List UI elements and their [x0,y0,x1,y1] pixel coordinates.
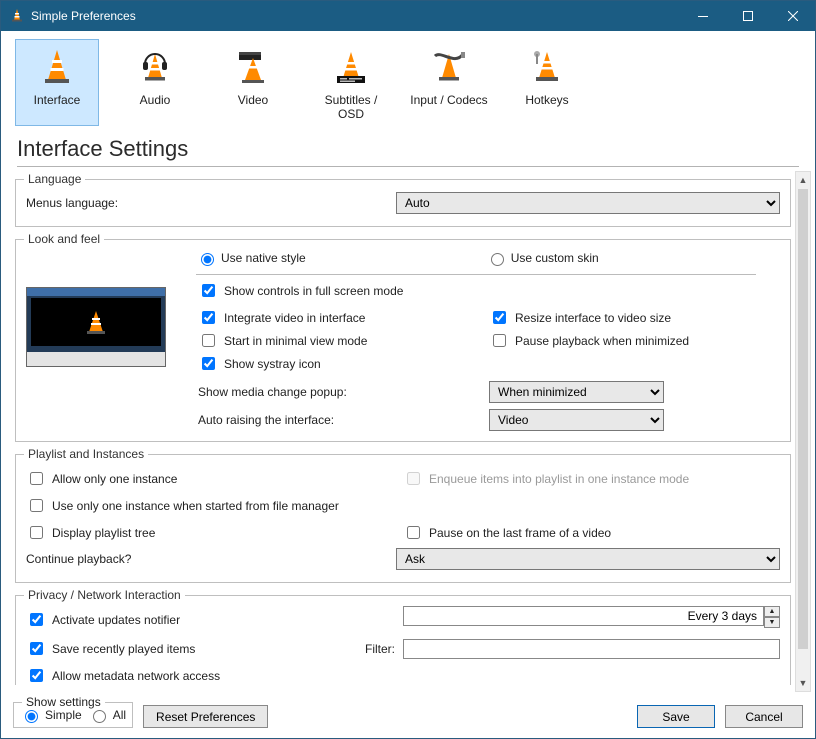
update-interval-input[interactable] [403,606,764,626]
menus-language-label: Menus language: [26,196,206,210]
continue-playback-select[interactable]: Ask [396,548,780,570]
codecs-cone-icon [429,46,469,89]
interface-preview-image [26,287,166,367]
titlebar: Simple Preferences [1,1,815,31]
show-settings-group: Show settings Simple All [13,702,133,728]
chk-updates-notifier[interactable] [30,613,43,626]
subtitle-cone-icon [331,46,371,89]
cone-icon [37,46,77,89]
menus-language-select[interactable]: Auto [396,192,780,214]
app-cone-icon [9,7,25,26]
window: Simple Preferences Interface Audio Video… [0,0,816,739]
media-change-popup-select[interactable]: When minimized [489,381,664,403]
scroll-thumb[interactable] [798,189,808,649]
chk-resize-interface[interactable] [493,311,506,324]
spin-up-button[interactable]: ▲ [764,606,780,617]
tab-label: Audio [140,93,171,107]
chk-pause-when-minimized[interactable] [493,334,506,347]
scroll-area: Language Menus language: Auto Look and f… [15,167,791,696]
chk-integrate-video[interactable] [202,311,215,324]
chk-one-instance-file-manager[interactable] [30,499,43,512]
auto-raising-label: Auto raising the interface: [198,413,334,427]
minimize-button[interactable] [680,1,725,31]
scroll-up-button[interactable]: ▲ [796,172,810,188]
chk-show-systray[interactable] [202,357,215,370]
radio-native-style[interactable]: Use native style [196,250,306,266]
divider [196,274,756,275]
group-legend: Playlist and Instances [24,447,148,461]
group-legend: Privacy / Network Interaction [24,588,185,602]
cancel-button[interactable]: Cancel [725,705,803,728]
chk-one-instance[interactable] [30,472,43,485]
footer: Show settings Simple All Reset Preferenc… [1,696,815,738]
category-tabs: Interface Audio Video Subtitles / OSD In… [1,31,815,132]
chk-display-playlist-tree[interactable] [30,526,43,539]
chk-pause-last-frame[interactable] [407,526,420,539]
spin-down-button[interactable]: ▼ [764,617,780,628]
filter-input[interactable] [403,639,780,659]
headphones-cone-icon [135,46,175,89]
chk-metadata-network[interactable] [30,669,43,682]
tab-label: Interface [34,93,81,107]
show-settings-legend: Show settings [22,695,105,709]
window-title: Simple Preferences [31,9,680,23]
page-title: Interface Settings [17,136,799,162]
maximize-button[interactable] [725,1,770,31]
radio-show-simple[interactable]: Simple [20,707,82,723]
chk-show-controls-fullscreen[interactable] [202,284,215,297]
group-legend: Look and feel [24,232,104,246]
save-button[interactable]: Save [637,705,715,728]
scroll-down-button[interactable]: ▼ [796,675,810,691]
hotkeys-cone-icon [527,46,567,89]
media-change-popup-label: Show media change popup: [198,385,347,399]
tab-label: Hotkeys [525,93,568,107]
tab-hotkeys[interactable]: Hotkeys [505,39,589,126]
auto-raising-select[interactable]: Video [489,409,664,431]
tab-audio[interactable]: Audio [113,39,197,126]
group-legend: Language [24,172,85,186]
radio-custom-skin[interactable]: Use custom skin [486,250,599,266]
tab-label: Video [238,93,268,107]
vertical-scrollbar[interactable]: ▲ ▼ [795,171,811,692]
radio-show-all[interactable]: All [88,707,126,723]
chk-enqueue-one-instance [407,472,420,485]
tab-video[interactable]: Video [211,39,295,126]
chk-start-minimal-view[interactable] [202,334,215,347]
tab-interface[interactable]: Interface [15,39,99,126]
group-playlist-instances: Playlist and Instances Allow only one in… [15,454,791,583]
tab-label: Input / Codecs [410,93,487,107]
close-button[interactable] [770,1,815,31]
group-language: Language Menus language: Auto [15,179,791,227]
tab-input-codecs[interactable]: Input / Codecs [407,39,491,126]
tab-label: Subtitles / OSD [310,93,392,121]
group-look-and-feel: Look and feel Use native style Use custo… [15,239,791,442]
clapboard-cone-icon [233,46,273,89]
filter-label: Filter: [359,642,395,656]
group-privacy-network: Privacy / Network Interaction Activate u… [15,595,791,685]
continue-playback-label: Continue playback? [26,552,206,566]
reset-preferences-button[interactable]: Reset Preferences [143,705,268,728]
chk-save-recent-items[interactable] [30,642,43,655]
tab-subtitles[interactable]: Subtitles / OSD [309,39,393,126]
